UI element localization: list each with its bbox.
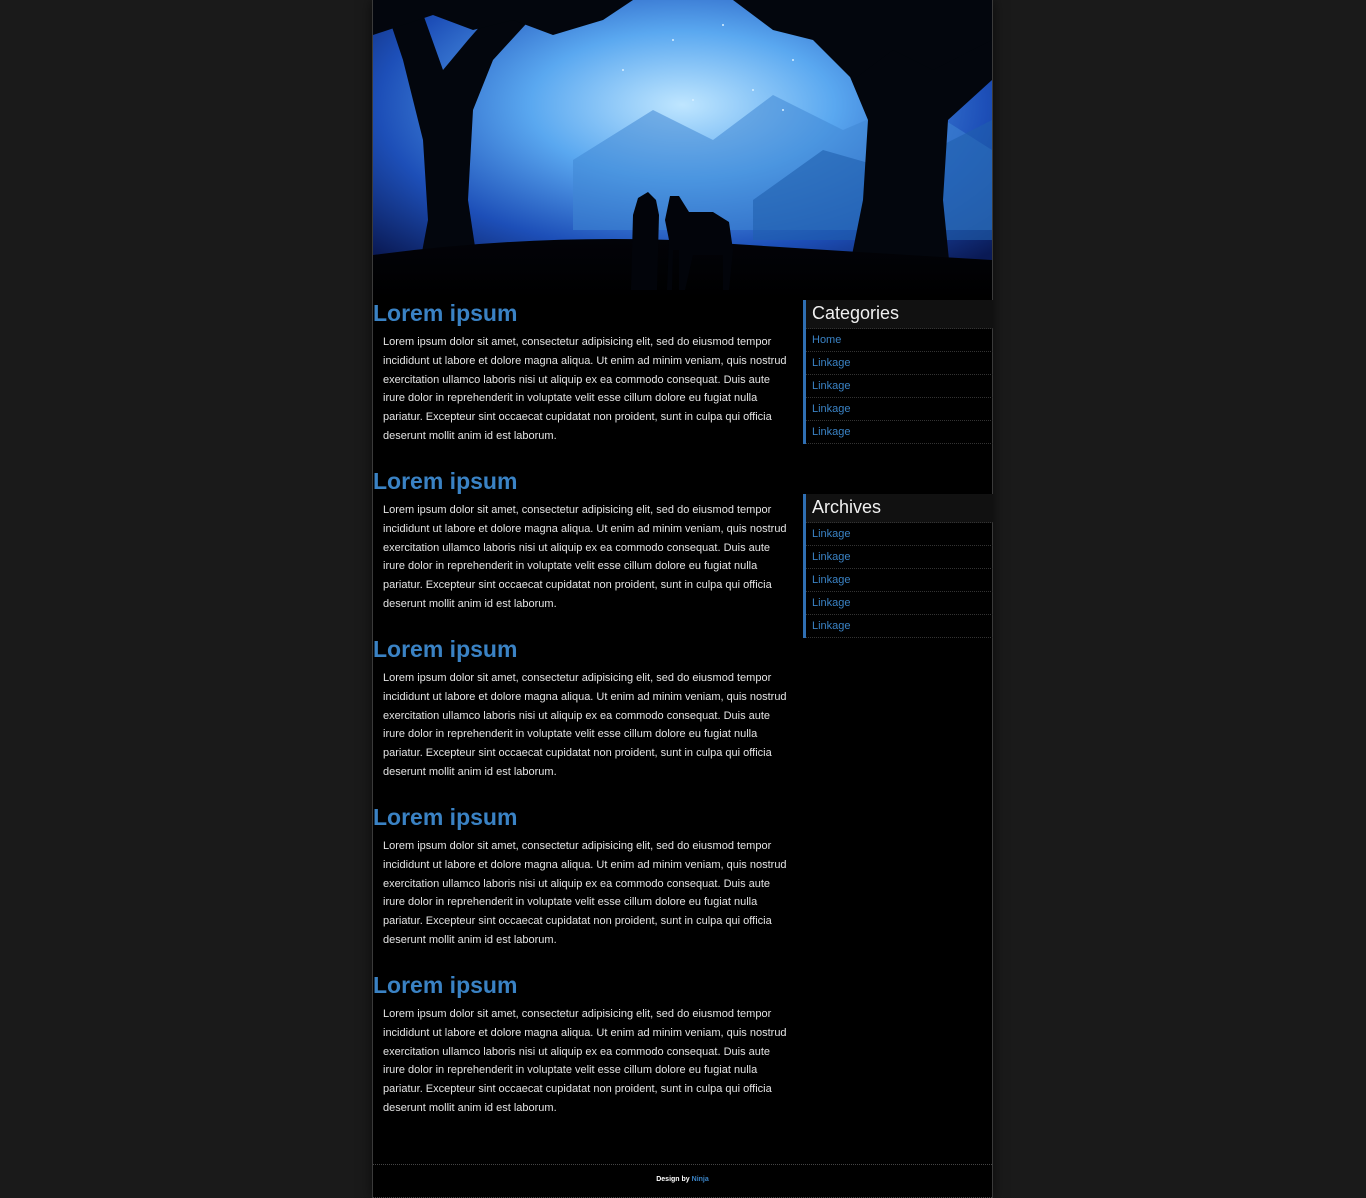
post: Lorem ipsum Lorem ipsum dolor sit amet, … (373, 468, 793, 636)
footer-credit-text: Design by (656, 1176, 692, 1183)
category-link[interactable]: Linkage (812, 403, 851, 415)
archive-link[interactable]: Linkage (812, 574, 851, 586)
post-body: Lorem ipsum dolor sit amet, consectetur … (383, 336, 787, 442)
post-title[interactable]: Lorem ipsum (373, 468, 793, 494)
list-item: Linkage (806, 546, 993, 569)
archives-box: Archives Linkage Linkage Linkage Linkage… (803, 494, 993, 638)
page-container: Lorem ipsum Lorem ipsum dolor sit amet, … (372, 0, 993, 1198)
categories-heading: Categories (806, 300, 993, 329)
categories-box: Categories Home Linkage Linkage Linkage … (803, 300, 993, 444)
category-link-home[interactable]: Home (812, 334, 841, 346)
post: Lorem ipsum Lorem ipsum dolor sit amet, … (373, 972, 793, 1140)
post-title[interactable]: Lorem ipsum (373, 300, 793, 326)
post-title[interactable]: Lorem ipsum (373, 636, 793, 662)
category-link[interactable]: Linkage (812, 357, 851, 369)
archive-link[interactable]: Linkage (812, 551, 851, 563)
category-link[interactable]: Linkage (812, 380, 851, 392)
header-banner (373, 0, 992, 300)
post: Lorem ipsum Lorem ipsum dolor sit amet, … (373, 804, 793, 972)
list-item: Linkage (806, 569, 993, 592)
post-body: Lorem ipsum dolor sit amet, consectetur … (383, 840, 787, 946)
post-title[interactable]: Lorem ipsum (373, 972, 793, 998)
post-body: Lorem ipsum dolor sit amet, consectetur … (383, 672, 787, 778)
archive-link[interactable]: Linkage (812, 597, 851, 609)
list-item: Linkage (806, 398, 993, 421)
list-item: Linkage (806, 592, 993, 615)
header-banner-image (373, 0, 992, 300)
list-item: Home (806, 329, 993, 352)
post-title[interactable]: Lorem ipsum (373, 804, 793, 830)
list-item: Linkage (806, 615, 993, 638)
post-body: Lorem ipsum dolor sit amet, consectetur … (383, 504, 787, 610)
list-item: Linkage (806, 352, 993, 375)
list-item: Linkage (806, 421, 993, 444)
main-content: Lorem ipsum Lorem ipsum dolor sit amet, … (373, 300, 793, 1140)
footer-designer-link[interactable]: Ninja (692, 1176, 709, 1183)
archives-list: Linkage Linkage Linkage Linkage Linkage (806, 523, 993, 638)
archive-link[interactable]: Linkage (812, 528, 851, 540)
footer: Design by Ninja (373, 1164, 992, 1198)
post: Lorem ipsum Lorem ipsum dolor sit amet, … (373, 300, 793, 468)
sidebar: Categories Home Linkage Linkage Linkage … (803, 300, 993, 688)
archives-heading: Archives (806, 494, 993, 523)
category-link[interactable]: Linkage (812, 426, 851, 438)
list-item: Linkage (806, 375, 993, 398)
archive-link[interactable]: Linkage (812, 620, 851, 632)
list-item: Linkage (806, 523, 993, 546)
post: Lorem ipsum Lorem ipsum dolor sit amet, … (373, 636, 793, 804)
post-body: Lorem ipsum dolor sit amet, consectetur … (383, 1008, 787, 1114)
categories-list: Home Linkage Linkage Linkage Linkage (806, 329, 993, 444)
